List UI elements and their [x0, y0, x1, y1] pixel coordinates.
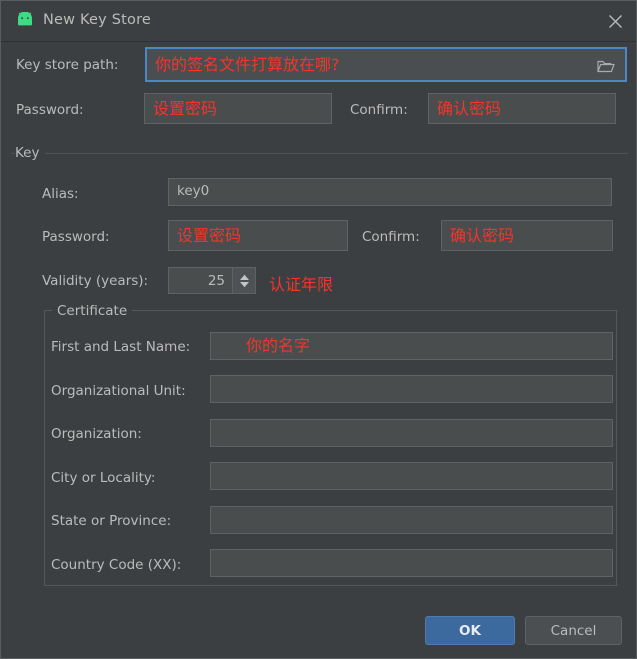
cert-organizational-unit-input[interactable] — [210, 375, 613, 403]
cancel-button[interactable]: Cancel — [525, 616, 622, 645]
cert-country-code-label: Country Code (XX): — [51, 557, 182, 573]
key-store-password-label: Password: — [16, 102, 84, 118]
chevron-down-icon — [239, 281, 249, 287]
ok-button[interactable]: OK — [425, 616, 515, 645]
new-key-store-dialog: New Key Store Key store path: 你的签名文件打算放在… — [0, 0, 637, 659]
validity-note: 认证年限 — [269, 275, 334, 294]
key-alias-value: key0 — [177, 183, 210, 200]
validity-spinner-buttons[interactable] — [232, 268, 255, 293]
chevron-up-icon — [239, 274, 249, 280]
cert-organizational-unit-label: Organizational Unit: — [51, 383, 186, 399]
cert-first-last-name-input[interactable]: 你的名字 — [210, 332, 613, 360]
key-store-path-input[interactable]: 你的签名文件打算放在哪? — [145, 47, 627, 82]
key-store-path-label: Key store path: — [16, 57, 119, 73]
key-confirm-label: Confirm: — [362, 229, 420, 245]
validity-label: Validity (years): — [42, 273, 149, 289]
key-store-password-value: 设置密码 — [153, 98, 218, 118]
folder-icon[interactable] — [597, 59, 615, 74]
key-store-password-input[interactable]: 设置密码 — [144, 93, 332, 124]
certificate-legend: Certificate — [52, 303, 133, 319]
android-icon — [15, 11, 35, 28]
key-password-input[interactable]: 设置密码 — [168, 220, 348, 251]
key-store-confirm-value: 确认密码 — [437, 98, 502, 118]
key-group-legend: Key — [15, 145, 46, 161]
cert-country-code-input[interactable] — [210, 549, 613, 577]
cert-state-province-input[interactable] — [210, 506, 613, 534]
cert-city-locality-label: City or Locality: — [51, 470, 156, 486]
key-confirm-value: 确认密码 — [450, 225, 515, 245]
close-icon[interactable] — [602, 9, 628, 33]
validity-value[interactable]: 25 — [169, 268, 232, 293]
cert-organization-label: Organization: — [51, 426, 142, 442]
cert-first-last-name-label: First and Last Name: — [51, 339, 191, 355]
key-store-confirm-input[interactable]: 确认密码 — [428, 93, 616, 124]
key-group-separator — [11, 153, 628, 154]
cert-state-province-label: State or Province: — [51, 513, 172, 529]
key-alias-input[interactable]: key0 — [168, 178, 612, 206]
cert-first-last-name-value: 你的名字 — [246, 336, 311, 355]
validity-stepper[interactable]: 25 — [168, 267, 256, 294]
key-confirm-input[interactable]: 确认密码 — [441, 220, 613, 251]
key-alias-label: Alias: — [42, 186, 79, 202]
cert-organization-input[interactable] — [210, 419, 613, 447]
key-store-path-value: 你的签名文件打算放在哪? — [155, 54, 340, 74]
key-password-value: 设置密码 — [177, 225, 242, 245]
key-password-label: Password: — [42, 229, 110, 245]
title-bar: New Key Store — [1, 1, 636, 42]
window-title: New Key Store — [43, 12, 152, 28]
cert-city-locality-input[interactable] — [210, 462, 613, 490]
key-store-confirm-label: Confirm: — [350, 102, 408, 118]
